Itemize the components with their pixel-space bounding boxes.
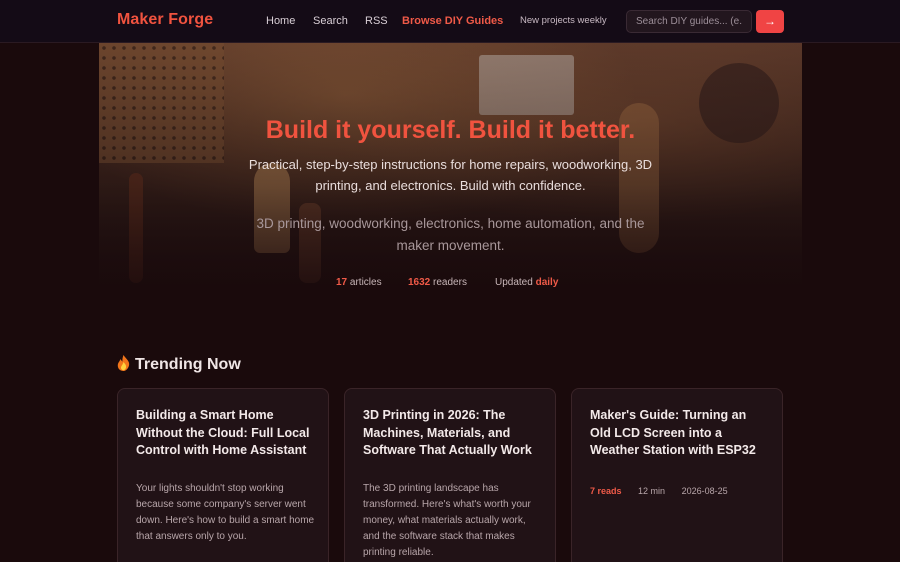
stat-updated: Updated daily [495, 277, 558, 288]
stat-updated-label: Updated [495, 277, 533, 288]
nav-link-rss[interactable]: RSS [365, 15, 388, 27]
article-excerpt: The 3D printing landscape has transforme… [363, 483, 531, 558]
stat-articles: 17 articles [336, 277, 382, 288]
nav-link-search[interactable]: Search [313, 15, 348, 27]
article-excerpt: Your lights shouldn't stop working becau… [136, 483, 315, 542]
stat-readers-label: readers [433, 277, 467, 288]
hero-title: Build it yourself. Build it better. [265, 116, 636, 144]
stat-readers: 1632 readers [408, 277, 467, 288]
trending-title: Trending Now [135, 356, 241, 373]
nav-link-home[interactable]: Home [266, 15, 295, 27]
top-navbar: Maker Forge Home Search RSS Browse DIY G… [0, 0, 900, 43]
stat-articles-label: articles [349, 277, 382, 288]
search-input[interactable] [626, 10, 752, 33]
hero-topics: 3D printing, woodworking, electronics, h… [256, 216, 645, 253]
trending-heading: Trending Now [117, 353, 241, 374]
article-card[interactable]: Building a Smart Home Without the Cloud:… [117, 388, 329, 562]
fire-icon [117, 355, 130, 371]
hero-subtitle: Practical, step-by-step instructions for… [248, 157, 653, 193]
article-read-time: 12 min [638, 486, 666, 496]
search-submit-button[interactable]: → [756, 10, 784, 33]
article-title[interactable]: Maker's Guide: Turning an Old LCD Screen… [590, 407, 770, 460]
stat-readers-count: 1632 [408, 277, 431, 288]
article-card[interactable]: Maker's Guide: Turning an Old LCD Screen… [571, 388, 783, 562]
article-meta: 7 reads 12 min 2026-08-25 [590, 486, 742, 496]
hero-banner: Build it yourself. Build it better. Prac… [99, 43, 802, 303]
stat-articles-count: 17 [336, 277, 348, 288]
article-title[interactable]: 3D Printing in 2026: The Machines, Mater… [363, 407, 543, 460]
stat-updated-value: daily [535, 277, 559, 288]
nav-tagline: New projects weekly [520, 15, 607, 26]
article-date: 2026-08-25 [681, 486, 728, 496]
article-reads: 7 reads [590, 486, 622, 496]
article-title[interactable]: Building a Smart Home Without the Cloud:… [136, 407, 316, 460]
brand-logo[interactable]: Maker Forge [117, 11, 213, 29]
article-card[interactable]: 3D Printing in 2026: The Machines, Mater… [344, 388, 556, 562]
nav-link-browse-diy-guides[interactable]: Browse DIY Guides [402, 15, 503, 27]
